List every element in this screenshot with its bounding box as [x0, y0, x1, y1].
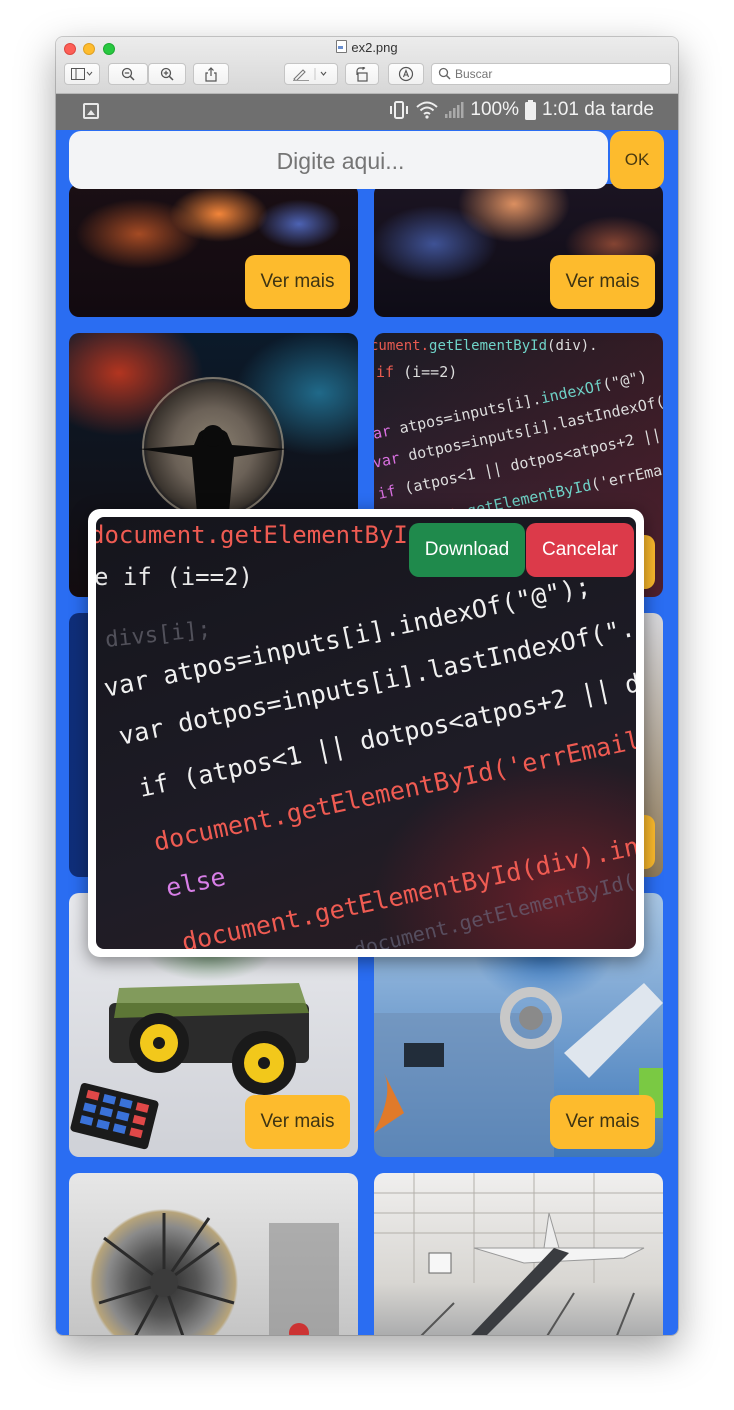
- battery-percent: 100%: [470, 99, 520, 120]
- share-button[interactable]: [193, 63, 229, 85]
- ok-button[interactable]: OK: [610, 131, 664, 189]
- rotate-button[interactable]: [345, 63, 379, 85]
- ver-mais-button[interactable]: Ver mais: [550, 1095, 655, 1149]
- window-title: ex2.png: [56, 40, 678, 55]
- app-search-input[interactable]: [69, 131, 612, 191]
- zoom-in-icon: [160, 67, 174, 81]
- code-line: else: [163, 862, 228, 903]
- ver-mais-button[interactable]: Ver mais: [245, 1095, 350, 1149]
- image-card: [374, 1173, 663, 1335]
- ver-mais-button[interactable]: Ver mais: [550, 255, 655, 309]
- code-line: divs[i];: [104, 617, 212, 653]
- modal-code-image: document.getElementById(div e if (i==2) …: [96, 517, 636, 949]
- markup-icon: [398, 66, 414, 82]
- cell-signal-icon: [445, 102, 464, 118]
- cancel-button[interactable]: Cancelar: [526, 523, 634, 577]
- download-button[interactable]: Download: [409, 523, 525, 577]
- svg-text:if (i==2): if (i==2): [376, 363, 457, 381]
- svg-text:cument.getElementById(div).: cument.getElementById(div).: [374, 338, 598, 354]
- window-search-field[interactable]: [431, 63, 671, 85]
- android-status-bar: 100% 1:01 da tarde: [56, 94, 678, 130]
- pen-icon: [293, 68, 327, 81]
- search-icon: [438, 67, 451, 80]
- code-line: e if (i==2): [96, 563, 253, 591]
- image-preview-modal: document.getElementById(div e if (i==2) …: [88, 509, 644, 957]
- jet-engine-photo: [98, 1213, 339, 1335]
- window-title-text: ex2.png: [351, 40, 398, 55]
- battery-icon: [525, 100, 537, 120]
- status-time: 1:01 da tarde: [542, 99, 654, 120]
- zoom-out-button[interactable]: [108, 63, 148, 85]
- window-titlebar: ex2.png: [56, 37, 678, 94]
- zoom-in-button[interactable]: [148, 63, 186, 85]
- aircraft-hangar-photo: [374, 1173, 663, 1335]
- modal-code-text: document.getElementById(div e if (i==2) …: [96, 521, 636, 949]
- image-card: Ver mais: [69, 184, 358, 317]
- markup-pen-button[interactable]: [284, 63, 338, 85]
- phone-screen: 100% 1:01 da tarde Ver mais Ver mais OK …: [56, 94, 678, 1335]
- sidebar-icon: [71, 68, 93, 80]
- preview-window: ex2.png Buscar 100% 1:01 da tarde Ver ma…: [56, 37, 678, 1335]
- vibrate-icon: [390, 101, 409, 119]
- zoom-out-icon: [121, 67, 135, 81]
- image-notification-icon: [83, 103, 99, 119]
- wifi-icon: [416, 101, 439, 119]
- status-indicators: 100% 1:01 da tarde: [388, 99, 654, 121]
- window-search-input[interactable]: [455, 65, 655, 83]
- share-icon: [205, 66, 217, 82]
- sidebar-toggle-button[interactable]: [64, 63, 100, 85]
- app-search-bar[interactable]: [69, 131, 612, 191]
- image-card: [69, 1173, 358, 1335]
- image-card: Ver mais: [374, 184, 663, 317]
- markup-toolbar-button[interactable]: [388, 63, 424, 85]
- ver-mais-button[interactable]: Ver mais: [245, 255, 350, 309]
- rotate-icon: [356, 66, 368, 82]
- png-file-icon: [336, 40, 348, 53]
